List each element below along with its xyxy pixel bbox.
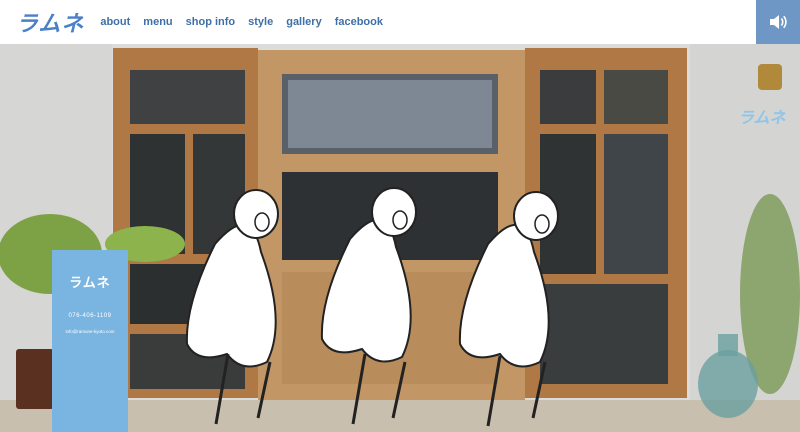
hero-image: ラムネ 076-406-1109 info@ramune-kyoto.com ラ… <box>0 44 800 432</box>
sound-toggle-button[interactable] <box>756 0 800 44</box>
main-nav: about menu shop info style gallery faceb… <box>100 16 383 28</box>
sign-email: info@ramune-kyoto.com <box>65 329 115 334</box>
nav-menu-link[interactable]: menu <box>143 16 172 28</box>
site-header: ラムネ about menu shop info style gallery f… <box>0 0 800 44</box>
wall-logo: ラムネ <box>738 108 786 127</box>
nav-facebook-link[interactable]: facebook <box>335 16 383 28</box>
shop-sign: ラムネ 076-406-1109 info@ramune-kyoto.com <box>52 250 128 432</box>
site-logo[interactable]: ラムネ <box>16 6 84 38</box>
speaker-icon <box>770 15 787 29</box>
sign-phone: 076-406-1109 <box>68 313 112 319</box>
nav-gallery-link[interactable]: gallery <box>286 16 321 28</box>
nav-about-link[interactable]: about <box>100 16 130 28</box>
nav-shop-info-link[interactable]: shop info <box>186 16 236 28</box>
sign-title: ラムネ <box>69 275 111 290</box>
nav-style-link[interactable]: style <box>248 16 273 28</box>
